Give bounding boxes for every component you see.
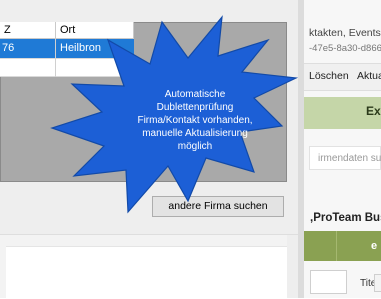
update-button[interactable]: Aktua — [357, 70, 381, 82]
title-field[interactable] — [374, 274, 381, 292]
cell-ort: Heilbron — [60, 42, 101, 54]
cell-nr: 76 — [2, 42, 15, 54]
tab-bar — [304, 231, 381, 261]
tab-label[interactable]: e — [371, 240, 377, 252]
callout-line: Automatische — [164, 89, 226, 100]
callout-line: möglich — [177, 141, 213, 152]
table-row[interactable]: 76 Heilbron — [0, 39, 134, 58]
callout-text: Automatische Dublettenprüfung Firma/Kont… — [137, 88, 253, 153]
callout-line: Firma/Kontakt vorhanden, — [137, 115, 253, 126]
column-divider — [55, 39, 56, 77]
record-id: -47e5-8a30-d8667 — [309, 43, 381, 54]
callout-line: Dublettenprüfung — [156, 102, 234, 113]
export-label: Ex — [366, 104, 381, 118]
callout-line: manuelle Aktualisierung — [142, 128, 248, 139]
table-row[interactable] — [0, 58, 134, 77]
other-company-search-button[interactable]: andere Firma suchen — [152, 196, 284, 217]
delete-button[interactable]: Löschen — [309, 70, 349, 82]
column-header-nr[interactable]: Z — [0, 22, 56, 39]
window-title: ktakten, Events ... — [309, 27, 381, 39]
tab-divider — [336, 231, 337, 261]
salutation-field[interactable] — [310, 270, 347, 294]
company-name: ,ProTeam Busin — [310, 212, 381, 224]
column-header-ort[interactable]: Ort — [56, 22, 134, 39]
lower-content-box — [6, 246, 287, 299]
search-placeholder: irmendaten such — [318, 153, 381, 164]
grid-header: Z Ort — [0, 22, 134, 39]
company-search-input[interactable]: irmendaten such — [309, 146, 381, 170]
